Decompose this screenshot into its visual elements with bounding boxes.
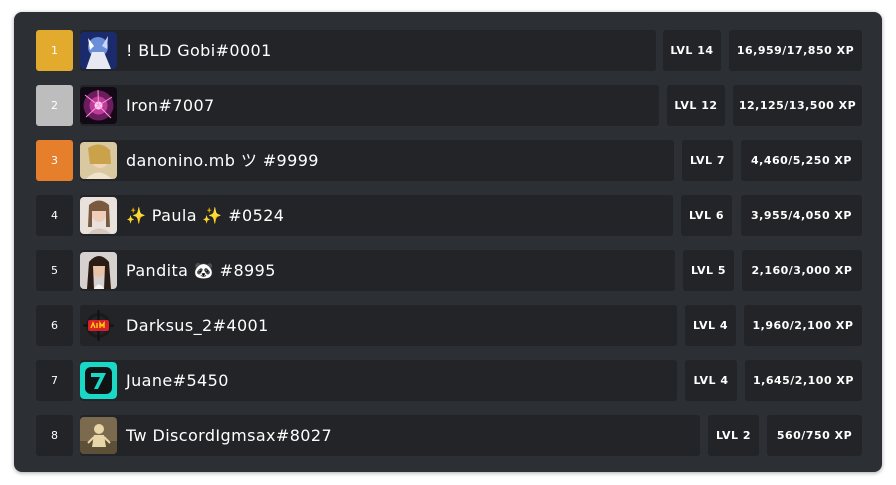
level-badge: LVL 4 [685,305,736,346]
user-avatar [80,32,117,69]
display-name: ! BLD Gobi [126,41,216,60]
rank-badge: 1 [36,30,73,71]
leaderboard-row[interactable]: 6 Darksus_2#4001 LVL 4 1,960/2,100 XP [36,305,862,346]
user-cell: Tw DiscordIgmsax#8027 [80,415,700,456]
user-tag: #8027 [275,426,333,445]
display-name: ✨ Paula ✨ [126,206,223,225]
leaderboard-row[interactable]: 5 Pandita 🐼 #8995 LVL 5 2,160/3,000 XP [36,250,862,291]
user-avatar [80,142,117,179]
display-name: Pandita 🐼 [126,261,215,280]
leaderboard-row[interactable]: 8 Tw DiscordIgmsax#8027 LVL 2 560/750 XP [36,415,862,456]
user-avatar [80,197,117,234]
user-avatar [80,307,117,344]
user-tag: #4001 [212,316,269,335]
user-cell: ! BLD Gobi#0001 [80,30,656,71]
username: Pandita 🐼 #8995 [126,250,276,291]
display-name: Juane [126,371,173,390]
user-tag: #0524 [228,206,285,225]
leaderboard-row[interactable]: 3 danonino.mb ツ #9999 LVL 7 4,460/5,250 … [36,140,862,181]
user-tag: #9999 [262,151,319,170]
rank-badge: 5 [36,250,73,291]
username: danonino.mb ツ #9999 [126,140,319,181]
level-badge: LVL 7 [682,140,733,181]
user-avatar [80,87,117,124]
display-name: danonino.mb ツ [126,151,258,170]
username: ✨ Paula ✨ #0524 [126,195,284,236]
username: Iron#7007 [126,85,215,126]
level-badge: LVL 12 [667,85,725,126]
user-cell: ✨ Paula ✨ #0524 [80,195,673,236]
rank-badge: 6 [36,305,73,346]
level-badge: LVL 14 [663,30,721,71]
user-avatar [80,417,117,454]
xp-counter: 4,460/5,250 XP [741,140,862,181]
level-badge: LVL 5 [683,250,734,291]
user-cell: Iron#7007 [80,85,659,126]
level-badge: LVL 6 [681,195,732,236]
level-badge: LVL 2 [708,415,759,456]
level-badge: LVL 4 [685,360,737,401]
display-name: Tw DiscordIgmsax [126,426,276,445]
leaderboard-row[interactable]: 7 Juane#5450 LVL 4 1,645/2,100 XP [36,360,862,401]
user-avatar [80,252,117,289]
leaderboard-row[interactable]: 1 ! BLD Gobi#0001 LVL 14 16,959/17,850 X… [36,30,862,71]
rank-badge: 2 [36,85,73,126]
user-cell: danonino.mb ツ #9999 [80,140,674,181]
user-cell: Pandita 🐼 #8995 [80,250,675,291]
rank-badge: 8 [36,415,73,456]
leaderboard-row[interactable]: 4 ✨ Paula ✨ #0524 LVL 6 3,955/4,050 XP [36,195,862,236]
leaderboard-row[interactable]: 2 Iron#7007 LVL 12 12,125/13,500 XP [36,85,862,126]
user-tag: #5450 [172,371,229,390]
user-avatar [80,362,117,399]
xp-counter: 3,955/4,050 XP [741,195,862,236]
rank-badge: 7 [36,360,73,401]
xp-counter: 2,160/3,000 XP [742,250,862,291]
user-tag: #0001 [215,41,272,60]
xp-counter: 12,125/13,500 XP [733,85,862,126]
xp-counter: 560/750 XP [767,415,862,456]
display-name: Iron [126,96,159,115]
username: Tw DiscordIgmsax#8027 [126,415,332,456]
username: ! BLD Gobi#0001 [126,30,272,71]
leaderboard-list: 1 ! BLD Gobi#0001 LVL 14 16,959/17,850 X… [36,30,862,470]
user-tag: #7007 [158,96,215,115]
rank-badge: 3 [36,140,73,181]
xp-counter: 16,959/17,850 XP [729,30,862,71]
xp-counter: 1,645/2,100 XP [745,360,862,401]
user-cell: Darksus_2#4001 [80,305,677,346]
username: Juane#5450 [126,360,229,401]
user-cell: Juane#5450 [80,360,677,401]
xp-counter: 1,960/2,100 XP [744,305,862,346]
username: Darksus_2#4001 [126,305,269,346]
user-tag: #8995 [219,261,276,280]
display-name: Darksus_2 [126,316,213,335]
leaderboard-panel: 1 ! BLD Gobi#0001 LVL 14 16,959/17,850 X… [14,12,882,472]
rank-badge: 4 [36,195,73,236]
